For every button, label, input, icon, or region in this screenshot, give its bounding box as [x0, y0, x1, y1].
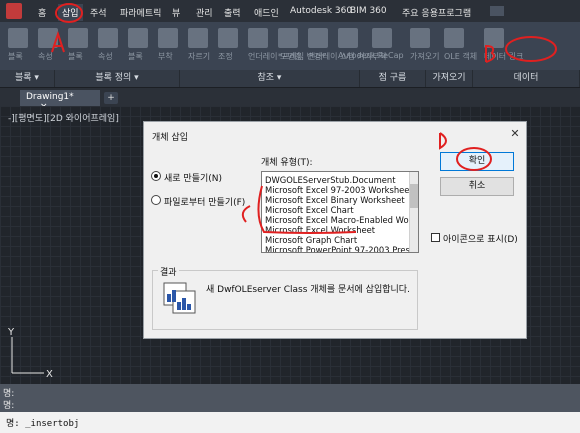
ribbon-tool-icon[interactable] [8, 28, 28, 48]
new-tab-button[interactable]: + [104, 92, 118, 104]
app-menu-icon[interactable] [6, 3, 22, 19]
ribbon-tool-label[interactable]: 부착 [158, 51, 173, 62]
ribbon-tool-icon[interactable] [68, 28, 88, 48]
ribbon-tool-label[interactable]: 자르기 [188, 51, 210, 62]
ribbon-panel-title[interactable]: 블록 ▾ [0, 70, 55, 87]
radio-create-new[interactable] [151, 171, 161, 181]
result-description: 새 DwfOLEserver Class 개체를 문서에 삽입합니다. [206, 285, 410, 295]
display-as-icon-label[interactable]: 아이콘으로 표시(D) [443, 232, 518, 245]
ribbon-tool-icon[interactable] [278, 28, 298, 48]
object-type-item[interactable]: Microsoft Excel Macro-Enabled Worksheet [265, 215, 418, 225]
object-type-item[interactable]: Microsoft Excel Worksheet [265, 225, 375, 235]
object-type-item[interactable]: Microsoft Excel Chart [265, 205, 354, 215]
menu-tab[interactable]: 애드인 [254, 6, 279, 19]
ribbon-tool-label[interactable]: Autodesk ReCap [338, 51, 404, 60]
ribbon-tool-label[interactable]: OLE 객체 [444, 51, 477, 62]
menu-tab[interactable]: 뷰 [172, 6, 180, 19]
ribbon-tool-icon[interactable] [98, 28, 118, 48]
result-label: 결과 [158, 265, 179, 278]
ribbon-tool-icon[interactable] [38, 28, 58, 48]
insert-object-dialog: 개체 삽입 ✕ 새로 만들기(N) 파일로부터 만들기(F) 개체 유형(T):… [143, 121, 527, 339]
ribbon: 블록 속성 블록 속성 블록 부착 자르기 조정 언더레이 도면층 *프레임 변경* 언더레이 스냅… [0, 22, 580, 88]
ole-object-icon [163, 282, 196, 314]
ribbon-tool-icon[interactable] [158, 28, 178, 48]
ribbon-tool-icon[interactable] [248, 28, 268, 48]
object-type-list[interactable]: Microsoft PowerPoint 97-2003 Presentatio… [261, 171, 419, 253]
ribbon-tool-label[interactable]: 가져오기 [410, 51, 439, 62]
ucs-icon: Y X [7, 327, 53, 380]
ribbon-tool-label[interactable]: 부착 [372, 51, 387, 62]
svg-text:Y: Y [7, 327, 15, 338]
document-tab[interactable]: Drawing1* × [20, 90, 100, 112]
ribbon-tool-icon[interactable] [484, 28, 504, 48]
ribbon-panel-title[interactable]: 참조 ▾ [180, 70, 360, 87]
ribbon-tool-label[interactable]: 조정 [218, 51, 233, 62]
svg-text:X: X [46, 369, 53, 380]
radio-create-from-file[interactable] [151, 195, 161, 205]
ribbon-tool-label[interactable]: 블록 [68, 51, 83, 62]
menu-tab[interactable]: 홈 [38, 6, 46, 19]
close-icon[interactable]: ✕ [508, 127, 522, 141]
object-type-item[interactable]: Microsoft Excel Binary Worksheet [265, 195, 405, 205]
menu-tab[interactable]: 주요 응용프로그램 [402, 6, 471, 19]
menu-tab[interactable]: BIM 360 [350, 6, 387, 16]
menu-tab[interactable]: 삽입 [58, 4, 83, 21]
object-type-label: 개체 유형(T): [261, 158, 313, 168]
ribbon-tool-icon[interactable] [338, 28, 358, 48]
ribbon-panel-title[interactable]: 가져오기 [426, 70, 473, 87]
object-type-item[interactable]: Microsoft PowerPoint 97-2003 Presentatio… [265, 245, 418, 252]
viewport-label[interactable]: -][평면도][2D 와이어프레임] [8, 111, 119, 124]
ribbon-tool-label[interactable]: 데이터 링크 [484, 51, 523, 62]
dialog-title: 개체 삽입 [152, 133, 188, 143]
ribbon-tool-label[interactable]: 블록 [128, 51, 143, 62]
menu-overflow-icon[interactable] [490, 6, 504, 16]
ribbon-tool-icon[interactable] [444, 28, 464, 48]
display-as-icon-checkbox[interactable] [431, 233, 440, 242]
ribbon-tool-label[interactable]: 속성 [98, 51, 113, 62]
menu-bar: 홈 삽입 주석 파라메트릭 뷰 관리 출력 애드인 Autodesk 360 BIM 360 주요 … [0, 0, 580, 22]
object-type-item[interactable]: Microsoft Graph Chart [265, 235, 357, 245]
menu-tab[interactable]: 주석 [90, 6, 107, 19]
ribbon-tool-label[interactable]: 블록 [8, 51, 23, 62]
ribbon-tool-icon[interactable] [188, 28, 208, 48]
radio-create-from-file-label[interactable]: 파일로부터 만들기(F) [164, 195, 245, 208]
command-history-line: 명: [3, 401, 15, 411]
ribbon-tool-icon[interactable] [128, 28, 148, 48]
ribbon-tool-icon[interactable] [410, 28, 430, 48]
object-type-item[interactable]: Microsoft Excel 97-2003 Worksheet [265, 185, 413, 195]
menu-tab[interactable]: 파라메트릭 [120, 6, 161, 19]
radio-create-new-label[interactable]: 새로 만들기(N) [164, 171, 222, 184]
ribbon-panel-title[interactable]: 데이터 [473, 70, 580, 87]
ribbon-panel-title[interactable]: 점 구름 [360, 70, 426, 87]
ok-button[interactable]: 확인 [440, 152, 514, 171]
ribbon-tool-icon[interactable] [372, 28, 392, 48]
ribbon-tool-icon[interactable] [218, 28, 238, 48]
list-scrollbar-thumb[interactable] [410, 184, 418, 208]
ribbon-tool-label[interactable]: 속성 [38, 51, 53, 62]
object-type-item[interactable]: DWGOLEServerStub.Document [265, 175, 396, 185]
ribbon-panel-title[interactable]: 블록 정의 ▾ [55, 70, 180, 87]
menu-tab[interactable]: Autodesk 360 [290, 6, 352, 16]
command-line-input[interactable]: 명: _insertobj [0, 412, 580, 433]
command-history: 명: 명: [0, 384, 580, 412]
menu-tab[interactable]: 관리 [196, 6, 213, 19]
menu-tab[interactable]: 출력 [224, 6, 241, 19]
cancel-button[interactable]: 취소 [440, 177, 514, 196]
document-tab-label: Drawing1* [26, 92, 74, 102]
ribbon-tool-icon[interactable] [308, 28, 328, 48]
